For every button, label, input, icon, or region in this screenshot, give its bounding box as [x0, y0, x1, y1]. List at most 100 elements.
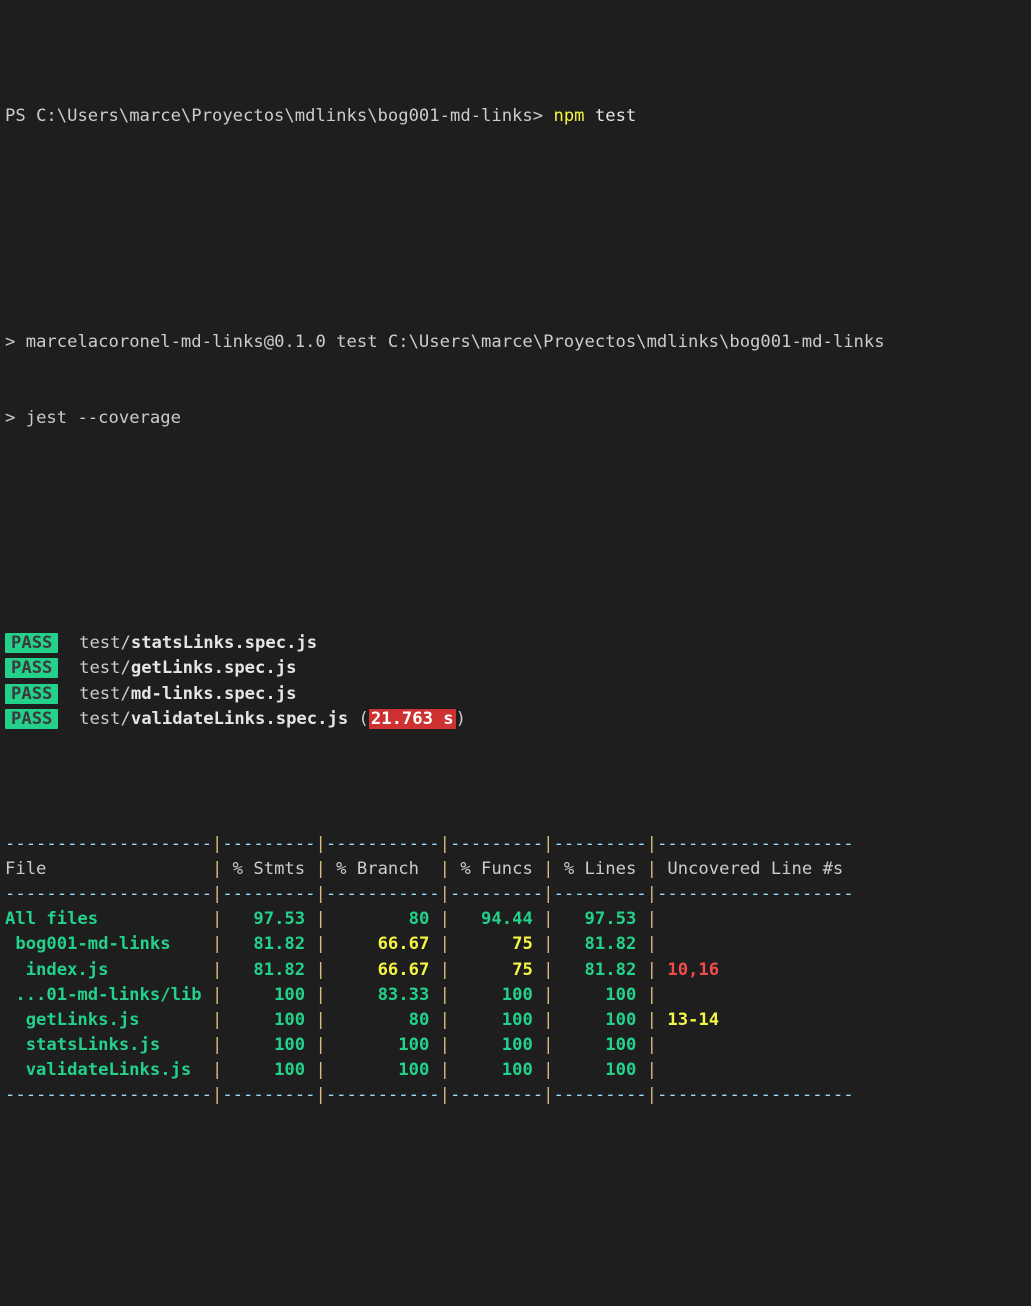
- npm-line1-prefix: >: [5, 332, 16, 353]
- column-divider: |: [543, 859, 554, 880]
- coverage-branch: 66.67: [325, 934, 440, 955]
- header-2: % Branch: [325, 859, 440, 880]
- terminal-window[interactable]: PS C:\Users\marce\Proyectos\mdlinks\bog0…: [0, 0, 1031, 1306]
- suite-filename: statsLinks.spec.js: [130, 633, 318, 654]
- coverage-funcs: 94.44: [450, 909, 544, 930]
- coverage-lines: 100: [553, 1034, 647, 1055]
- column-divider: |: [543, 934, 554, 955]
- coverage-stmts: 100: [222, 1009, 316, 1030]
- separator-segment: ---------: [222, 1085, 316, 1106]
- column-divider: |: [315, 859, 326, 880]
- column-divider: |: [315, 909, 326, 930]
- column-divider: |: [543, 1034, 554, 1055]
- coverage-lines: 81.82: [553, 934, 647, 955]
- column-divider: |: [211, 859, 223, 880]
- coverage-row: index.js | 81.82 | 66.67 | 75 | 81.82 | …: [5, 958, 1031, 983]
- column-divider: |: [543, 1059, 554, 1080]
- column-divider: |: [315, 1034, 326, 1055]
- column-divider: |: [439, 1085, 451, 1106]
- npm-script-command: jest --coverage: [25, 407, 181, 428]
- column-divider: |: [543, 1085, 554, 1106]
- prompt-shell: PS: [5, 106, 26, 127]
- coverage-table: --------------------|---------|---------…: [5, 832, 1031, 1108]
- separator-segment: -----------: [325, 1085, 440, 1106]
- coverage-file-name: validateLinks.js: [5, 1059, 212, 1080]
- column-divider: |: [543, 984, 554, 1005]
- coverage-funcs: 100: [450, 1034, 544, 1055]
- coverage-stmts: 81.82: [222, 959, 316, 980]
- column-divider: |: [439, 1059, 451, 1080]
- coverage-uncovered: 13-14: [657, 1009, 720, 1030]
- column-divider: |: [211, 909, 223, 930]
- coverage-row: All files | 97.53 | 80 | 94.44 | 97.53 |: [5, 907, 1031, 932]
- suite-directory: test/: [79, 658, 131, 679]
- coverage-uncovered: [657, 909, 667, 929]
- column-divider: |: [646, 959, 658, 980]
- column-divider: |: [439, 884, 451, 905]
- column-divider: |: [646, 984, 658, 1005]
- coverage-lines: 100: [553, 984, 647, 1005]
- header-file: File: [5, 859, 212, 880]
- column-divider: |: [543, 1009, 554, 1030]
- suite-status-badge: PASS: [5, 633, 59, 654]
- column-divider: |: [646, 1059, 658, 1080]
- separator-segment: ---------: [450, 1085, 544, 1106]
- column-divider: |: [315, 934, 326, 955]
- column-divider: |: [646, 884, 658, 905]
- command-prompt-line: PS C:\Users\marce\Proyectos\mdlinks\bog0…: [5, 104, 1031, 129]
- column-divider: |: [543, 834, 554, 855]
- coverage-funcs: 100: [450, 1059, 544, 1080]
- separator-segment: ---------: [222, 884, 316, 905]
- column-divider: |: [315, 959, 326, 980]
- npm-package-info: marcelacoronel-md-links@0.1.0 test C:\Us…: [25, 332, 885, 353]
- separator-segment: ---------: [553, 834, 647, 855]
- separator-segment: ---------: [553, 1085, 647, 1106]
- column-divider: |: [315, 1085, 326, 1106]
- column-divider: |: [211, 1085, 223, 1106]
- coverage-funcs: 75: [450, 934, 544, 955]
- separator-segment: ---------: [450, 834, 544, 855]
- column-divider: |: [439, 1009, 451, 1030]
- coverage-lines: 97.53: [553, 909, 647, 930]
- separator-segment: -----------: [325, 834, 440, 855]
- coverage-separator-bottom: --------------------|---------|---------…: [5, 1083, 1031, 1108]
- coverage-separator-top: --------------------|---------|---------…: [5, 832, 1031, 857]
- npm-line2-prefix: >: [5, 407, 16, 428]
- column-divider: |: [315, 984, 326, 1005]
- header-3: % Funcs: [450, 859, 544, 880]
- coverage-uncovered: 10,16: [657, 959, 720, 980]
- test-suite-row: PASS test/validateLinks.spec.js (21.763 …: [5, 707, 1031, 732]
- suite-duration-badge: 21.763 s: [368, 708, 456, 729]
- column-divider: |: [211, 1059, 223, 1080]
- column-divider: |: [646, 909, 658, 930]
- coverage-file-name: statsLinks.js: [5, 1034, 212, 1055]
- coverage-uncovered: [657, 1035, 667, 1055]
- column-divider: |: [211, 884, 223, 905]
- coverage-branch: 83.33: [325, 984, 440, 1005]
- coverage-lines: 81.82: [553, 959, 647, 980]
- suite-filename: validateLinks.spec.js: [130, 708, 349, 729]
- column-divider: |: [439, 834, 451, 855]
- column-divider: |: [439, 984, 451, 1005]
- coverage-separator-header: --------------------|---------|---------…: [5, 882, 1031, 907]
- coverage-file-name: bog001-md-links: [5, 934, 212, 955]
- suite-directory: test/: [79, 683, 131, 704]
- coverage-row: validateLinks.js | 100 | 100 | 100 | 100…: [5, 1058, 1031, 1083]
- coverage-stmts: 81.82: [222, 934, 316, 955]
- coverage-stmts: 97.53: [222, 909, 316, 930]
- column-divider: |: [646, 934, 658, 955]
- column-divider: |: [543, 884, 554, 905]
- npm-package-line: > marcelacoronel-md-links@0.1.0 test C:\…: [5, 330, 1031, 355]
- coverage-header-row: File | % Stmts | % Branch | % Funcs | % …: [5, 857, 1031, 882]
- column-divider: |: [646, 1085, 658, 1106]
- coverage-funcs: 100: [450, 1009, 544, 1030]
- coverage-lines: 100: [553, 1059, 647, 1080]
- test-suite-results: PASS test/statsLinks.spec.js PASS test/ge…: [5, 631, 1031, 731]
- coverage-stmts: 100: [222, 1034, 316, 1055]
- coverage-funcs: 75: [450, 959, 544, 980]
- coverage-uncovered: [657, 934, 667, 954]
- column-divider: |: [211, 1009, 223, 1030]
- coverage-branch: 80: [325, 909, 440, 930]
